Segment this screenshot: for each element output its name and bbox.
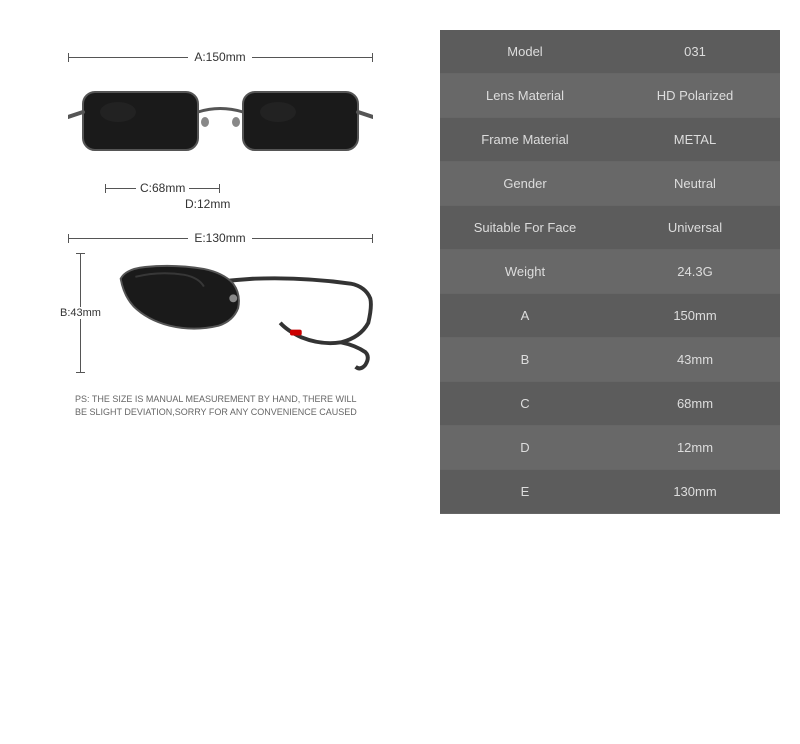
glasses-side-view (106, 248, 380, 378)
spec-row: Frame MaterialMETAL (440, 118, 780, 162)
spec-value: 130mm (610, 470, 780, 514)
spec-label: E (440, 470, 610, 514)
spec-row: Model031 (440, 30, 780, 74)
diagram-panel: A:150mm (20, 20, 420, 724)
spec-value: 031 (610, 30, 780, 74)
spec-table: Model031Lens MaterialHD PolarizedFrame M… (440, 30, 780, 514)
dim-b-label: B:43mm (60, 307, 101, 319)
spec-value: 68mm (610, 382, 780, 426)
spec-label: Frame Material (440, 118, 610, 162)
spec-label: Lens Material (440, 74, 610, 118)
spec-label: Gender (440, 162, 610, 206)
dim-a-label: A:150mm (194, 50, 245, 64)
spec-label: Weight (440, 250, 610, 294)
side-view-section: E:130mm B:43mm (20, 231, 420, 378)
ps-note: PS: THE SIZE IS MANUAL MEASUREMENT BY HA… (75, 393, 365, 418)
spec-value: 43mm (610, 338, 780, 382)
spec-row: E130mm (440, 470, 780, 514)
spec-value: Universal (610, 206, 780, 250)
spec-label: A (440, 294, 610, 338)
spec-row: GenderNeutral (440, 162, 780, 206)
spec-row: D12mm (440, 426, 780, 470)
spec-label: C (440, 382, 610, 426)
spec-value: 12mm (610, 426, 780, 470)
spec-value: HD Polarized (610, 74, 780, 118)
dim-c-label: C:68mm (140, 181, 185, 195)
spec-label: Model (440, 30, 610, 74)
spec-row: Weight24.3G (440, 250, 780, 294)
spec-label: B (440, 338, 610, 382)
spec-label: Suitable For Face (440, 206, 610, 250)
spec-row: Lens MaterialHD Polarized (440, 74, 780, 118)
glasses-front-view (68, 67, 373, 177)
front-view-section: A:150mm (20, 50, 420, 211)
spec-row: A150mm (440, 294, 780, 338)
dim-d-label: D:12mm (185, 197, 230, 211)
dim-e-label: E:130mm (194, 231, 245, 245)
spec-label: D (440, 426, 610, 470)
spec-value: 24.3G (610, 250, 780, 294)
specs-panel: Model031Lens MaterialHD PolarizedFrame M… (440, 20, 780, 724)
spec-value: 150mm (610, 294, 780, 338)
spec-row: C68mm (440, 382, 780, 426)
spec-value: METAL (610, 118, 780, 162)
spec-value: Neutral (610, 162, 780, 206)
spec-row: Suitable For FaceUniversal (440, 206, 780, 250)
spec-row: B43mm (440, 338, 780, 382)
main-container: A:150mm (0, 0, 800, 744)
